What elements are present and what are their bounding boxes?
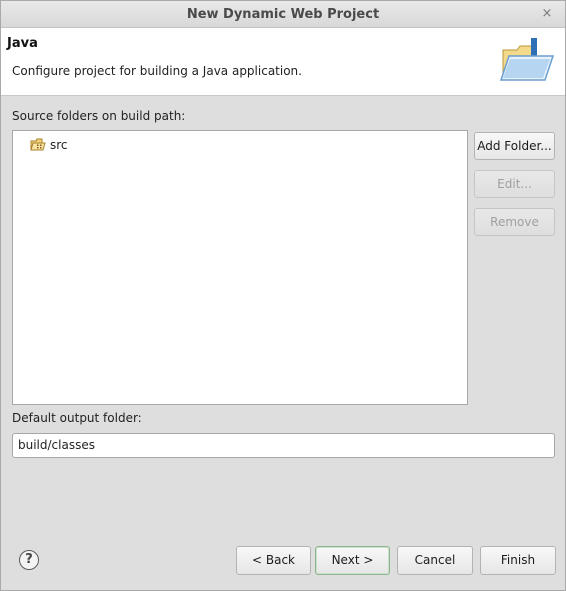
page-title: Java [7, 36, 38, 51]
list-item-label: src [50, 138, 68, 152]
wizard-header: Java Configure project for building a Ja… [1, 28, 565, 96]
dialog-window: New Dynamic Web Project × Java Configure… [0, 0, 566, 591]
finish-button[interactable]: Finish [480, 546, 556, 575]
back-button[interactable]: < Back [236, 546, 311, 575]
output-folder-label: Default output folder: [12, 411, 142, 425]
cancel-button[interactable]: Cancel [397, 546, 473, 575]
title-bar[interactable]: New Dynamic Web Project × [1, 1, 565, 28]
close-icon[interactable]: × [539, 6, 555, 22]
edit-button[interactable]: Edit... [474, 170, 555, 198]
remove-button[interactable]: Remove [474, 208, 555, 236]
window-title: New Dynamic Web Project [186, 7, 380, 22]
java-folder-icon [499, 38, 555, 81]
output-folder-input[interactable]: build/classes [12, 433, 555, 458]
page-description: Configure project for building a Java ap… [12, 64, 302, 78]
next-button[interactable]: Next > [315, 546, 390, 575]
help-icon[interactable]: ? [19, 550, 39, 570]
source-folders-list[interactable]: src [12, 130, 468, 405]
source-folder-icon [30, 138, 46, 151]
list-item[interactable]: src [30, 136, 68, 154]
source-folders-label: Source folders on build path: [12, 109, 186, 123]
add-folder-button[interactable]: Add Folder... [474, 132, 555, 160]
